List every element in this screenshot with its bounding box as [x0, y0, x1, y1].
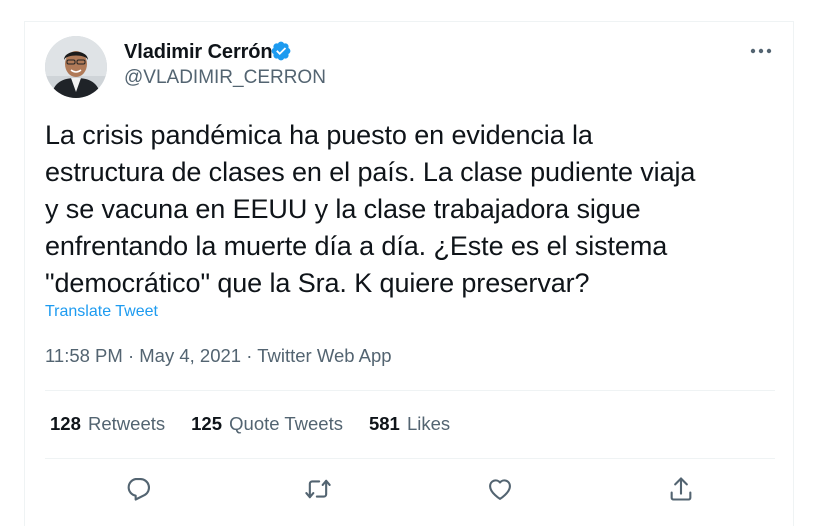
tweet-source[interactable]: Twitter Web App: [257, 345, 391, 366]
user-avatar-photo: [45, 36, 107, 98]
quote-tweets-stat[interactable]: 125 Quote Tweets: [191, 413, 343, 435]
divider: [45, 390, 775, 391]
retweets-label: Retweets: [88, 413, 166, 434]
tweet-metadata: 11:58 PM · May 4, 2021 · Twitter Web App: [45, 345, 392, 367]
tweet-date[interactable]: May 4, 2021: [139, 345, 241, 366]
reply-icon[interactable]: [123, 474, 153, 504]
verified-badge-icon: [271, 41, 291, 61]
quote-tweets-count: 125: [191, 413, 223, 434]
quote-tweets-label: Quote Tweets: [229, 413, 343, 434]
author-handle[interactable]: @VLADIMIR_CERRON: [124, 67, 326, 89]
tweet-time[interactable]: 11:58 PM: [45, 345, 123, 366]
translate-tweet-link[interactable]: Translate Tweet: [45, 303, 158, 321]
tweet-stats: 128 Retweets 125 Quote Tweets 581 Likes: [50, 413, 450, 435]
likes-count: 581: [368, 413, 400, 434]
avatar[interactable]: [45, 36, 107, 98]
meta-separator-2: ·: [241, 345, 258, 366]
author-name[interactable]: Vladimir Cerrón: [124, 41, 273, 64]
more-options-icon[interactable]: [748, 38, 774, 64]
likes-stat[interactable]: 581 Likes: [369, 413, 450, 435]
meta-separator: ·: [122, 345, 140, 366]
share-icon[interactable]: [666, 474, 696, 504]
retweets-stat[interactable]: 128 Retweets: [50, 413, 165, 435]
retweets-count: 128: [50, 413, 81, 434]
divider: [45, 458, 775, 459]
likes-label: Likes: [406, 413, 451, 434]
like-icon[interactable]: [485, 474, 515, 504]
retweet-icon[interactable]: [303, 474, 333, 504]
tweet-text: La crisis pandémica ha puesto en evidenc…: [45, 120, 696, 298]
